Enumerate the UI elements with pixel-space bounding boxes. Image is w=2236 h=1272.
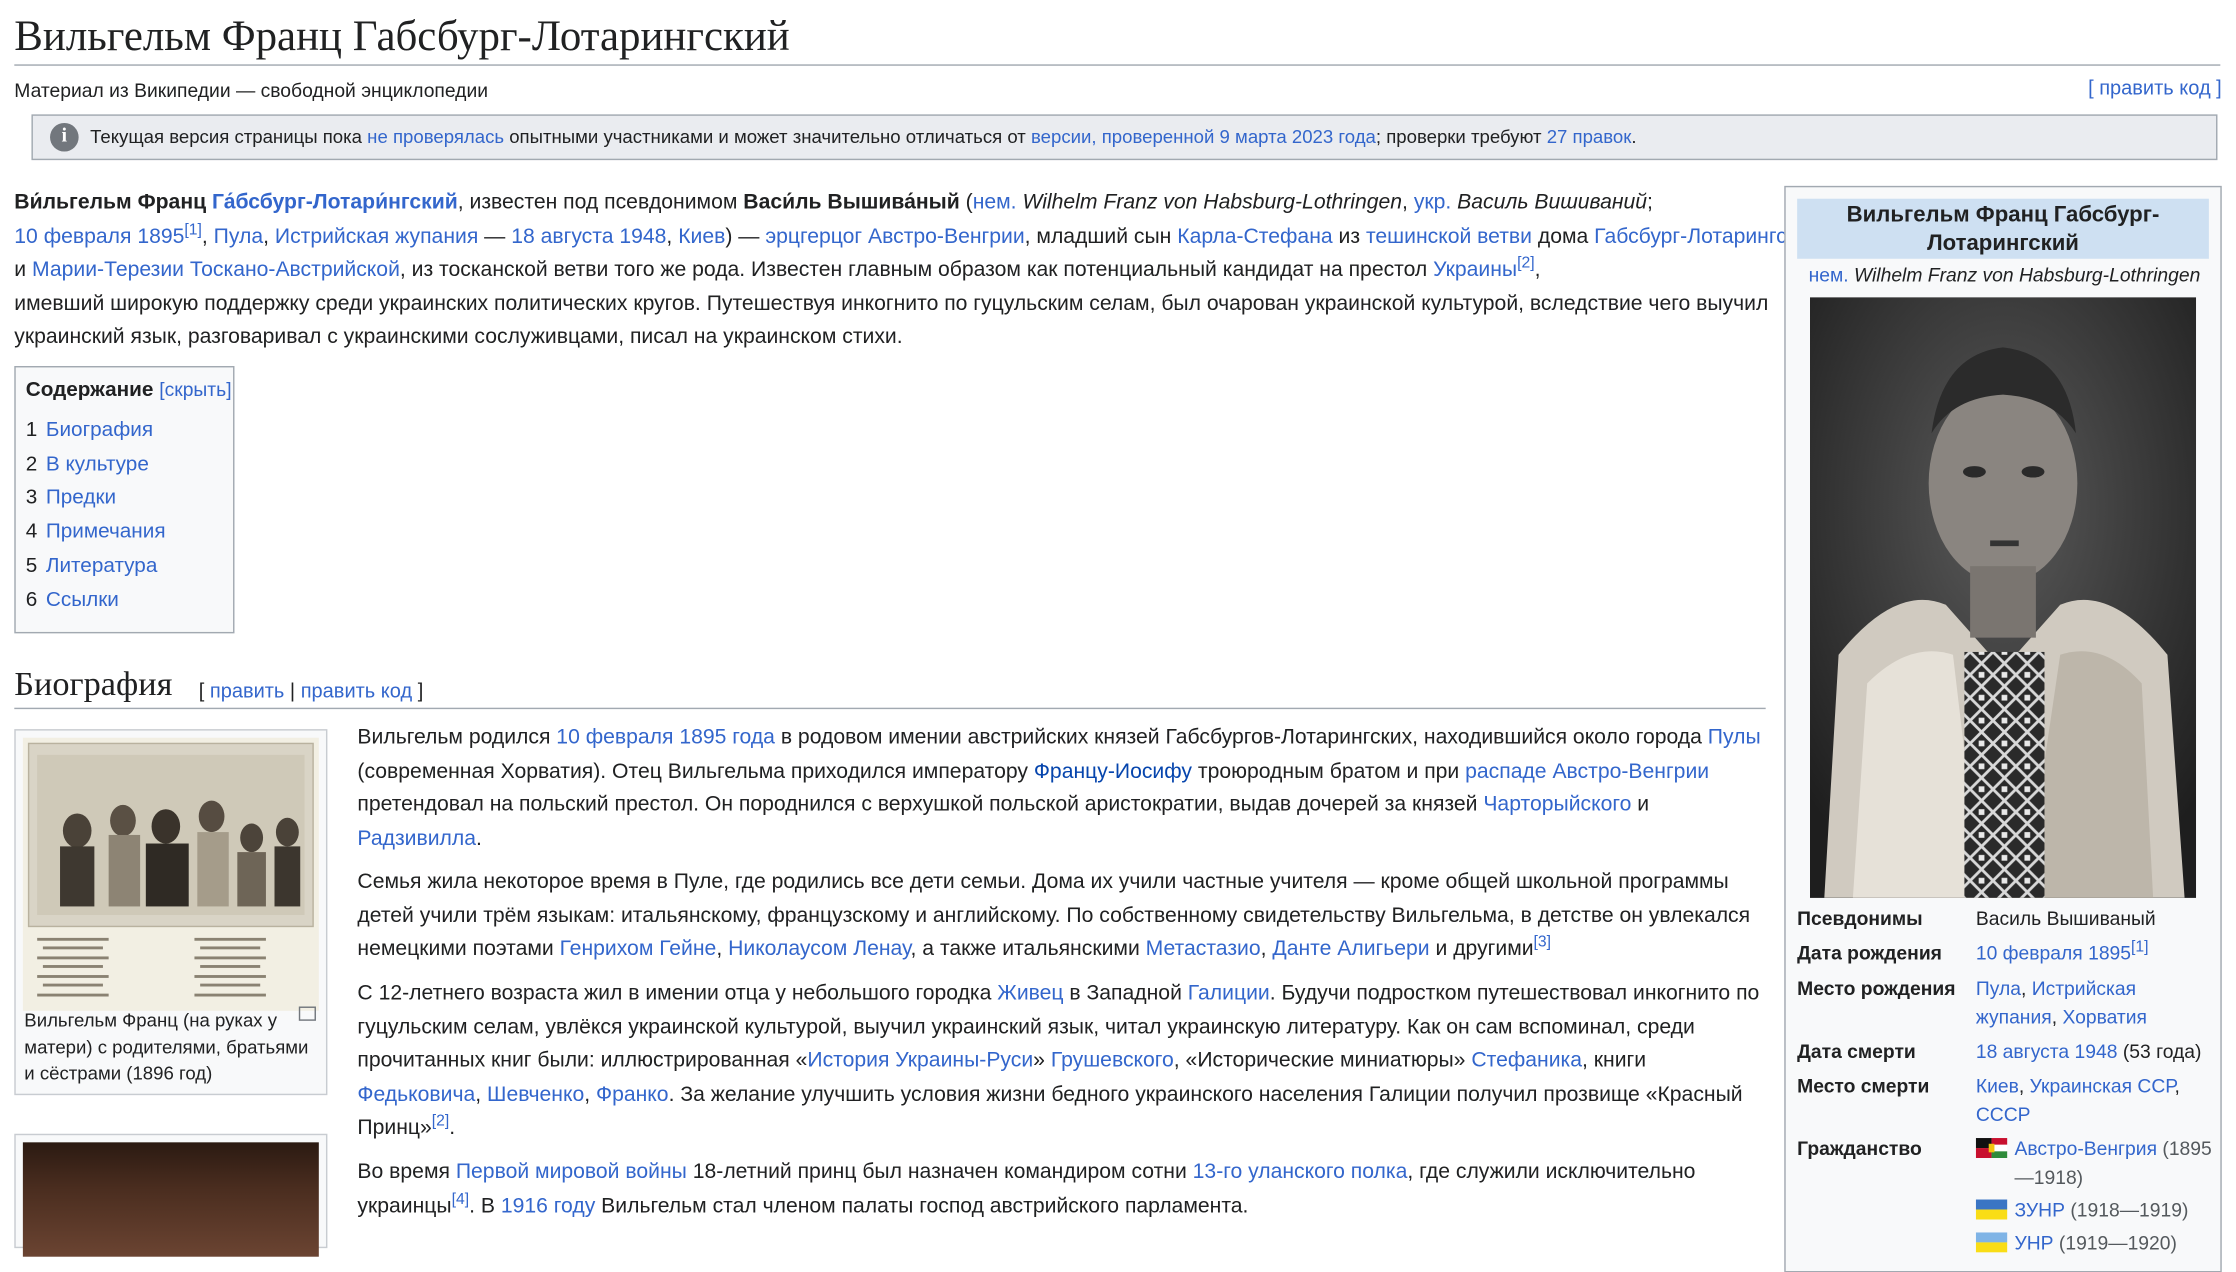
unr-flag-icon	[1975, 1232, 2008, 1253]
infobox-label-deathdate: Дата смерти	[1797, 1040, 1916, 1063]
link-birthdate[interactable]: 10 февраля 1895	[14, 225, 184, 248]
link-stefanyk[interactable]: Стефаника	[1471, 1050, 1582, 1073]
link-maria[interactable]: Марии-Терезии Тоскано-Австрийской	[32, 259, 400, 282]
link-kiev[interactable]: Киев	[678, 225, 725, 248]
unreviewed-link[interactable]: не проверялась	[367, 126, 504, 147]
thumbnail-caption: Вильгельм Франц (на руках у матери) с ро…	[24, 1009, 309, 1084]
section-edit-code-link[interactable]: править код	[301, 679, 412, 702]
link-pula[interactable]: Пула	[214, 225, 263, 248]
link-hrushevsky[interactable]: Грушевского	[1051, 1050, 1174, 1073]
ref-3[interactable]: [3]	[1534, 934, 1551, 951]
link-galicia[interactable]: Галиции	[1188, 982, 1270, 1005]
intro-paragraph: Ви́льгельм Франц Га́бсбург-Лотари́нгский…	[14, 191, 1819, 350]
toc-item-notes[interactable]: 4 Примечания	[26, 520, 166, 543]
infobox-value-birthplace: Пула, Истрийская жупания, Хорватия	[1975, 977, 2148, 1028]
infobox-value-birthdate: 10 февраля 1895[1]	[1975, 938, 2149, 964]
title-divider	[14, 64, 2221, 66]
link-istria[interactable]: Истрийская жупания	[275, 225, 478, 248]
infobox-title: Вильгельм Франц Габсбург-Лотарингский	[1797, 198, 2209, 259]
infobox-lang-link[interactable]: нем.	[1809, 264, 1849, 285]
link-heine[interactable]: Генрихом Гейне	[560, 938, 717, 961]
page-title: Вильгельм Франц Габсбург-Лотарингский	[14, 12, 790, 61]
ref-2[interactable]: [2]	[1517, 255, 1534, 272]
link-ukr[interactable]: укр.	[1414, 192, 1451, 215]
link-karl[interactable]: Карла-Стефана	[1177, 225, 1332, 248]
ref-1[interactable]: [1]	[184, 221, 201, 238]
link-fedkovych[interactable]: Федьковича	[357, 1083, 475, 1106]
section-divider	[14, 707, 1766, 710]
section-edit-link[interactable]: править	[210, 679, 285, 702]
toc-item-culture[interactable]: 2В культуре	[26, 453, 149, 476]
link-1916[interactable]: 1916 году	[501, 1195, 595, 1218]
bio-paragraph-3: С 12-летнего возраста жил в имении отца …	[357, 982, 1760, 1141]
link-czartoryski[interactable]: Чарторыйского	[1483, 794, 1631, 817]
ref-2b[interactable]: [2]	[432, 1113, 449, 1130]
link-habsburg[interactable]: Га́бсбург-Лотари́нгский	[212, 192, 458, 215]
edit-code-link[interactable]: [ править код ]	[2088, 76, 2222, 99]
toc-title: Содержание [скрыть]	[25, 378, 232, 402]
link-ukraine[interactable]: Украины	[1433, 259, 1517, 282]
link-teschen[interactable]: тешинской ветви	[1366, 225, 1532, 248]
table-of-contents: Содержание [скрыть] 1 Биография 2В культу…	[14, 366, 235, 634]
portrait-thumbnail	[14, 1133, 328, 1257]
link-lenau[interactable]: Николаусом Ленау	[728, 938, 910, 961]
infobox-original-name: нем. Wilhelm Franz von Habsburg-Lothring…	[1808, 264, 2201, 286]
link-dante[interactable]: Данте Алигьери	[1272, 938, 1429, 961]
link-archduke[interactable]: эрцгерцог Австро-Венгрии	[765, 225, 1024, 248]
link-shevchenko[interactable]: Шевченко	[487, 1083, 584, 1106]
reviewed-version-link[interactable]: версии, проверенной 9 марта 2023 года	[1031, 126, 1376, 147]
info-icon: i	[50, 122, 79, 152]
family-photo[interactable]	[22, 737, 319, 1011]
zunr-flag-icon	[1975, 1199, 2008, 1220]
infobox-label-pseudonyms: Псевдонимы	[1797, 907, 1923, 930]
family-photo-thumbnail: Вильгельм Франц (на руках у матери) с ро…	[14, 729, 328, 1096]
link-pula-city[interactable]: Пулы	[1708, 726, 1761, 749]
link-zywiec[interactable]: Живец	[997, 982, 1063, 1005]
link-franz-joseph[interactable]: Францу-Иосифу	[1034, 760, 1192, 783]
infobox-value-pseudonyms: Василь Вышиваный	[1975, 907, 2156, 930]
bio-paragraph-2: Семья жила некоторое время в Пуле, где р…	[357, 870, 1751, 962]
bio-paragraph-1: Вильгельм родился 10 февраля 1895 года в…	[357, 726, 1761, 851]
section-edit-links: [ править | править код ]	[198, 679, 424, 702]
infobox-label-deathplace: Место смерти	[1797, 1075, 1930, 1097]
link-13-uhlan[interactable]: 13-го уланского полка	[1193, 1161, 1408, 1184]
infobox-label-citizenship: Гражданство	[1797, 1138, 1922, 1160]
link-history-ukraine-rus[interactable]: История Украины-Руси	[807, 1050, 1033, 1073]
link-birth-date-year[interactable]: 10 февраля 1895 года	[556, 726, 775, 749]
toc-item-biography[interactable]: 1 Биография	[26, 419, 153, 442]
link-nem[interactable]: нем.	[973, 192, 1017, 215]
infobox-value-citizenship: Австро-Венгрия (1895 —1918) ЗУНР (1918—1…	[1975, 1135, 2212, 1258]
portrait-photo[interactable]	[22, 1142, 319, 1257]
infobox-label-birthdate: Дата рождения	[1797, 942, 1942, 964]
link-metastasio[interactable]: Метастазио	[1146, 938, 1261, 961]
toc-item-ancestors[interactable]: 3 Предки	[26, 486, 116, 509]
link-ww1[interactable]: Первой мировой войны	[456, 1161, 687, 1184]
article-page: Вильгельм Франц Габсбург-Лотарингский Ма…	[0, 0, 2236, 1272]
austria-hungary-flag-icon	[1975, 1138, 2008, 1159]
section-heading-biography: Биография	[14, 666, 173, 704]
toc-item-literature[interactable]: 5 Литература	[26, 555, 158, 578]
infobox: Вильгельм Франц Габсбург-Лотарингский не…	[1784, 185, 2222, 1272]
tagline: Материал из Википедии — свободной энцикл…	[14, 80, 489, 102]
infobox-value-deathdate: 18 августа 1948 (53 года)	[1975, 1040, 2202, 1063]
infobox-label-birthplace: Место рождения	[1797, 977, 1956, 1000]
ref-4[interactable]: [4]	[452, 1190, 469, 1207]
toc-item-links[interactable]: 6 Ссылки	[26, 589, 119, 612]
link-deathdate[interactable]: 18 августа 1948	[511, 225, 666, 248]
pending-edits-link[interactable]: 27 правок	[1547, 126, 1632, 147]
link-franko[interactable]: Франко	[596, 1083, 669, 1106]
toc-hide-link[interactable]: [скрыть]	[159, 379, 231, 400]
review-notice: i Текущая версия страницы пока не провер…	[31, 114, 2218, 161]
infobox-value-deathplace: Киев, Украинская ССР, СССР	[1975, 1075, 2180, 1125]
infobox-portrait[interactable]	[1810, 297, 2197, 898]
link-dissolution[interactable]: распаде Австро-Венгрии	[1465, 760, 1709, 783]
link-radziwill[interactable]: Радзивилла	[357, 827, 476, 850]
bio-paragraph-4: Во время Первой мировой войны 18-летний …	[357, 1160, 1696, 1218]
